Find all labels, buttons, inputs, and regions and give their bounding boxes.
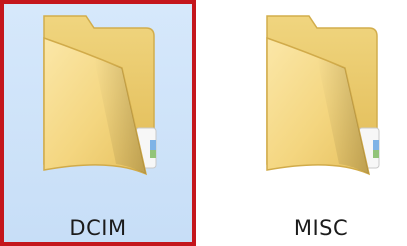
folder-label: DCIM <box>69 216 127 240</box>
folder-label: MISC <box>293 216 349 240</box>
folder-item-dcim[interactable]: DCIM <box>0 0 196 246</box>
folder-icon <box>43 15 157 176</box>
folder-icon <box>266 15 380 176</box>
folder-item-misc[interactable]: MISC <box>223 0 407 246</box>
